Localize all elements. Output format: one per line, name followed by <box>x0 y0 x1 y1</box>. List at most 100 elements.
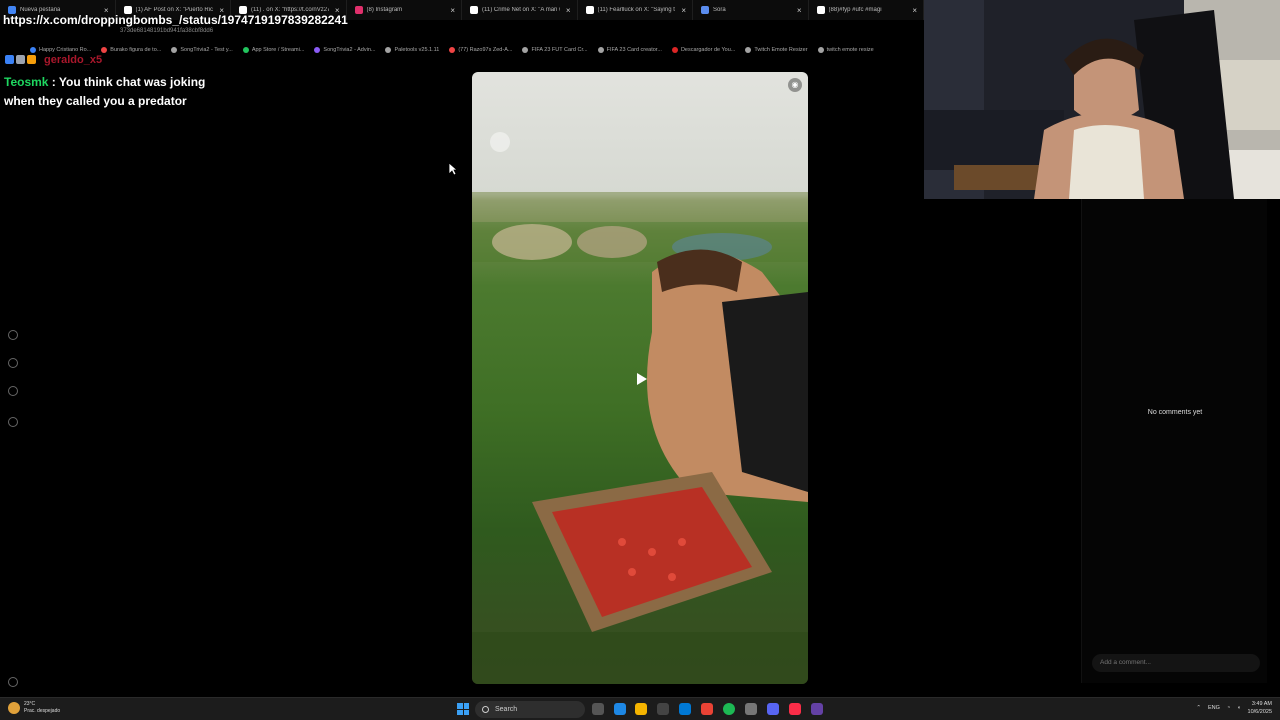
obs-icon[interactable] <box>745 703 757 715</box>
bookmark-label: (77) Razo97s Zed-A... <box>458 47 513 53</box>
bookmark-item[interactable]: (77) Razo97s Zed-A... <box>449 47 512 53</box>
bookmark-item[interactable]: Burako figura de to... <box>101 47 161 53</box>
bookmark-item[interactable]: Paletools v25.1.11 <box>385 47 439 53</box>
weather-widget[interactable]: 23°C Prac. despejado <box>8 701 60 715</box>
volume-icon[interactable]: ◖ <box>1237 705 1240 711</box>
bookmark-item[interactable]: SongTrivia2 - Test y... <box>171 47 233 53</box>
webcam-feed <box>924 0 1280 199</box>
bell-icon[interactable] <box>8 386 18 396</box>
close-tab-icon[interactable]: × <box>912 6 917 15</box>
bookmark-favicon-icon <box>101 47 108 53</box>
store-icon[interactable] <box>657 703 669 715</box>
file-explorer-icon[interactable] <box>635 703 647 715</box>
bookmark-item[interactable]: FIFA 23 Card creator... <box>597 47 662 53</box>
bookmark-item[interactable]: App Store / Streami... <box>242 47 305 53</box>
bookmark-item[interactable]: Happy Cristiano Ro... <box>30 47 91 53</box>
settings-icon[interactable] <box>8 417 18 427</box>
bookmark-label: twitch emote resize <box>826 47 874 53</box>
mute-button[interactable]: ◉ <box>788 78 802 92</box>
search-icon[interactable] <box>8 358 18 368</box>
bookmark-label: FIFA 23 Card creator... <box>606 47 662 53</box>
browser-tab[interactable]: (11) Crime Net on X: "A man w × <box>462 0 578 20</box>
twitch-icon[interactable] <box>811 703 823 715</box>
x-icon <box>470 6 478 14</box>
windows-taskbar: 23°C Prac. despejado Search ⌃ ENG ◔ ◖ 3:… <box>0 697 1280 720</box>
bookmark-item[interactable]: Descargador de You... <box>671 47 736 53</box>
close-tab-icon[interactable]: × <box>681 6 686 15</box>
sora-watermark-icon <box>490 132 510 152</box>
close-tab-icon[interactable]: × <box>566 6 571 15</box>
comment-input[interactable] <box>1092 654 1260 672</box>
weather-desc: Prac. despejado <box>24 708 61 714</box>
x-icon <box>585 6 594 14</box>
browser-tab[interactable]: (8) Instagram × <box>347 0 462 20</box>
clock[interactable]: 3:49 AM 10/6/2025 <box>1248 700 1272 716</box>
close-tab-icon[interactable]: × <box>797 6 802 15</box>
browser-tab-label: (88)#fyp #ufc #magi <box>828 7 882 13</box>
bookmark-label: Twitch Emote Resizer <box>754 47 808 53</box>
bookmark-favicon-icon <box>817 47 824 53</box>
bookmark-favicon-icon <box>449 47 456 53</box>
bookmark-label: Happy Cristiano Ro... <box>39 47 92 53</box>
bookmark-favicon-icon <box>171 47 178 53</box>
wifi-icon[interactable]: ◔ <box>1227 705 1230 711</box>
comments-panel: No comments yet <box>1081 199 1267 683</box>
system-tray: ⌃ ENG ◔ ◖ 3:49 AM 10/6/2025 <box>1196 700 1272 716</box>
bookmark-favicon-icon <box>242 47 249 53</box>
profile-icon[interactable] <box>8 677 18 687</box>
bookmark-favicon-icon <box>30 47 36 53</box>
browser-tab[interactable]: Sora × <box>693 0 809 20</box>
bookmark-favicon-icon <box>385 47 392 53</box>
browser-tab[interactable]: (11) Fearlluck on X: "Saying th × <box>578 0 693 20</box>
bookmark-item[interactable]: twitch emote resize <box>817 47 874 53</box>
close-tab-icon[interactable]: × <box>450 6 455 15</box>
bookmark-favicon-icon <box>671 47 678 53</box>
taskbar-search-label: Search <box>495 706 518 713</box>
edge-icon[interactable] <box>614 703 626 715</box>
spotify-icon[interactable] <box>723 703 735 715</box>
chevron-up-icon[interactable]: ⌃ <box>1196 705 1201 711</box>
mouse-cursor-icon <box>448 162 458 176</box>
chat-message-user: Teosmk <box>4 75 49 89</box>
overlay-link-text: https://x.com/droppingbombs_/status/1974… <box>3 13 348 27</box>
bookmarks-bar: Happy Cristiano Ro... Burako figura de to… <box>0 43 924 57</box>
tiktok-icon <box>816 6 825 14</box>
browser-tab-label: (11) Fearlluck on X: "Saying th <box>597 7 676 13</box>
language-indicator[interactable]: ENG <box>1208 705 1220 711</box>
bookmark-favicon-icon <box>522 47 529 53</box>
bookmark-label: SongTrivia2 - Advin... <box>323 47 376 53</box>
chat-message: Teosmk : You think chat was joking when … <box>4 73 234 111</box>
play-icon[interactable] <box>632 370 650 388</box>
bookmark-label: SongTrivia2 - Test y... <box>180 47 233 53</box>
bookmark-item[interactable]: SongTrivia2 - Advin... <box>314 47 375 53</box>
bookmark-item[interactable]: FIFA 23 FUT Card Cr... <box>522 47 588 53</box>
chat-username: geraldo_x5 <box>44 54 103 66</box>
bookmark-label: FIFA 23 FUT Card Cr... <box>531 47 588 53</box>
bookmark-label: App Store / Streami... <box>251 47 305 53</box>
badge-icon <box>5 55 14 64</box>
chat-badges <box>5 55 36 64</box>
discord-icon[interactable] <box>767 703 779 715</box>
bookmark-label: Descargador de You... <box>680 47 736 53</box>
chrome-icon[interactable] <box>701 703 713 715</box>
bookmark-favicon-icon <box>314 47 321 53</box>
browser-tab[interactable]: (88)#fyp #ufc #magi × <box>809 0 924 20</box>
bookmark-item[interactable]: Twitch Emote Resizer <box>745 47 808 53</box>
browser-tab-label: (11) Crime Net on X: "A man w <box>482 7 560 13</box>
home-icon[interactable] <box>8 330 18 340</box>
browser-tab-label: Sora <box>713 7 726 13</box>
browser-tab-label: (8) Instagram <box>366 7 403 13</box>
video-player[interactable]: ◉ <box>472 72 808 684</box>
search-icon <box>482 706 489 713</box>
badge-icon <box>16 55 25 64</box>
crown-icon <box>27 55 36 64</box>
music-icon[interactable] <box>789 703 801 715</box>
mail-icon[interactable] <box>679 703 691 715</box>
clock-time: 3:49 AM <box>1251 701 1272 707</box>
bookmark-label: Burako figura de to... <box>110 47 162 53</box>
start-button[interactable] <box>457 703 469 715</box>
bookmark-label: Paletools v25.1.11 <box>394 47 440 53</box>
sora-icon <box>701 6 709 14</box>
taskbar-search[interactable]: Search <box>475 701 585 718</box>
task-view-icon[interactable] <box>592 703 604 715</box>
